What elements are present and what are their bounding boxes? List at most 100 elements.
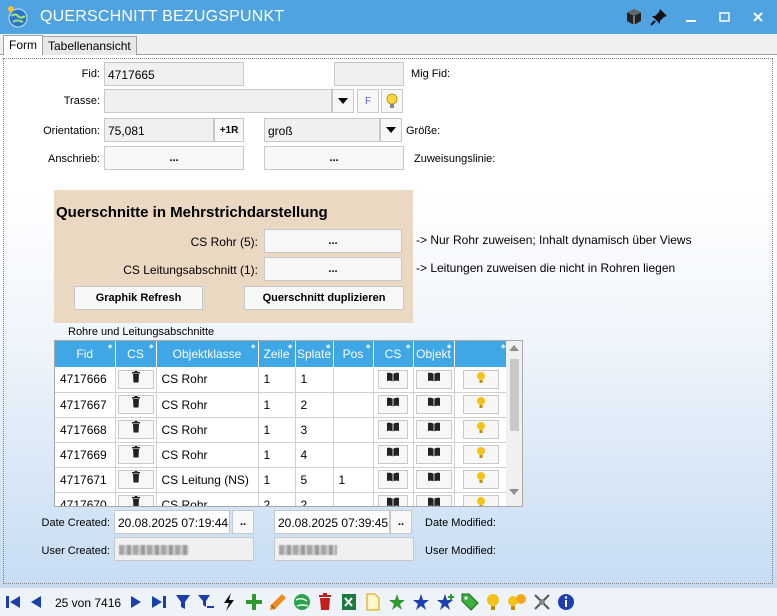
orientation-field[interactable]: 75,081 [104, 118, 214, 142]
date-created-field[interactable]: 20.08.2025 07:19:44 [114, 510, 230, 534]
next-record-icon[interactable] [128, 592, 144, 612]
table-row[interactable]: 4717667 CS Rohr 1 2 [55, 392, 509, 418]
col-header-zeile[interactable]: Zeile ◆ [258, 341, 296, 367]
lightbulb-icon[interactable] [463, 369, 499, 389]
trash-icon[interactable] [117, 445, 154, 464]
lightbulb-icon[interactable] [463, 470, 499, 489]
tab-form[interactable]: Form [3, 35, 43, 55]
date-modified-picker-button[interactable]: .. [390, 510, 412, 534]
trash-icon[interactable] [117, 369, 154, 389]
open-book-icon[interactable] [378, 369, 408, 389]
cell-objektklasse: CS Leitung (NS) [156, 467, 259, 493]
maximize-icon[interactable] [714, 6, 736, 28]
table-row[interactable]: 4717670 CS Rohr 2 2 [55, 492, 509, 506]
pin-icon[interactable] [648, 6, 670, 28]
groesse-dropdown-button[interactable] [380, 118, 402, 142]
excel-export-icon[interactable] [340, 592, 358, 612]
scroll-thumb[interactable] [510, 359, 519, 431]
col-header-splate[interactable]: Splate ◆ [295, 341, 334, 367]
open-book-icon[interactable] [378, 495, 408, 506]
tab-tabellenansicht[interactable]: Tabellenansicht [42, 36, 137, 55]
trasse-dropdown-button[interactable] [332, 89, 354, 113]
close-icon[interactable] [747, 6, 769, 28]
remove-filter-icon[interactable] [196, 592, 216, 612]
lightbulb-icon[interactable] [463, 420, 499, 439]
open-book-icon[interactable] [415, 495, 452, 506]
disconnect-icon[interactable] [532, 592, 552, 612]
lightbulb-icon[interactable] [463, 495, 499, 506]
groesse-combobox[interactable]: groß [264, 118, 380, 142]
table-row[interactable]: 4717666 CS Rohr 1 1 [55, 367, 509, 393]
open-book-icon[interactable] [415, 470, 452, 489]
delete-trash-icon[interactable] [316, 592, 334, 612]
minimize-icon[interactable] [680, 6, 702, 28]
scroll-up-icon[interactable] [509, 345, 519, 351]
col-header-objekt[interactable]: Objekt ◆ [413, 341, 455, 367]
open-book-icon[interactable] [415, 369, 452, 389]
zuweisungslinie-button[interactable]: ... [264, 146, 404, 170]
info-icon[interactable] [556, 592, 576, 612]
open-book-icon[interactable] [415, 445, 452, 464]
last-record-icon[interactable] [150, 592, 168, 612]
open-book-icon[interactable] [378, 445, 408, 464]
add-record-icon[interactable] [244, 592, 264, 612]
scroll-down-icon[interactable] [509, 489, 519, 495]
user-created-field[interactable] [114, 537, 254, 561]
open-book-icon[interactable] [378, 470, 408, 489]
table-row[interactable]: 4717671 CS Leitung (NS) 1 5 1 [55, 467, 509, 493]
cs-leitung-label: CS Leitungsabschnitt (1): [123, 263, 258, 277]
previous-record-icon[interactable] [28, 592, 44, 612]
cs-leitung-button[interactable]: ... [264, 257, 402, 281]
mig-fid-field[interactable] [334, 62, 404, 86]
col-header-fid[interactable]: Fid ◆ [55, 341, 116, 367]
graphik-refresh-button[interactable]: Graphik Refresh [74, 286, 203, 310]
anschrieb-button[interactable]: ... [104, 146, 244, 170]
trasse-lightbulb-button[interactable] [381, 89, 403, 113]
star-blue-icon[interactable] [412, 592, 430, 612]
multi-lightbulb-icon[interactable] [506, 592, 528, 612]
cube-icon[interactable] [623, 6, 645, 28]
lightbulb-icon[interactable] [463, 395, 499, 414]
rotate-plus-1r-button[interactable]: +1R [214, 118, 244, 142]
lightbulb-icon[interactable] [463, 445, 499, 464]
date-created-picker-button[interactable]: .. [232, 510, 254, 534]
trasse-combobox[interactable] [104, 89, 332, 113]
querschnitt-duplizieren-button[interactable]: Querschnitt duplizieren [244, 286, 404, 310]
date-modified-field[interactable]: 20.08.2025 07:39:45 [274, 510, 390, 534]
cell-pos [333, 492, 374, 506]
mig-fid-label: Mig Fid: [411, 68, 451, 80]
globe-app-icon [8, 6, 28, 28]
cell-cs-open [373, 392, 414, 418]
tag-icon[interactable] [460, 592, 480, 612]
col-header-pos[interactable]: Pos ◆ [333, 341, 374, 367]
trash-icon[interactable] [117, 470, 154, 489]
open-book-icon[interactable] [378, 420, 408, 439]
trasse-filter-button[interactable]: F [357, 89, 379, 113]
trash-icon[interactable] [117, 395, 154, 414]
open-book-icon[interactable] [415, 420, 452, 439]
globe-icon[interactable] [292, 592, 312, 612]
trash-icon[interactable] [117, 495, 154, 506]
lightbulb-icon[interactable] [484, 592, 502, 612]
open-book-icon[interactable] [378, 395, 408, 414]
new-document-icon[interactable] [364, 592, 382, 612]
user-modified-field[interactable] [274, 537, 414, 561]
lightning-icon[interactable] [220, 592, 238, 612]
col-header-cs[interactable]: CS ◆ [115, 341, 157, 367]
first-record-icon[interactable] [4, 592, 22, 612]
col-header-objektklasse[interactable]: Objektklasse ◆ [156, 341, 259, 367]
open-book-icon[interactable] [415, 395, 452, 414]
col-header-cs-2[interactable]: CS ◆ [373, 341, 414, 367]
table-row[interactable]: 4717668 CS Rohr 1 3 [55, 417, 509, 443]
cs-rohr-button[interactable]: ... [264, 229, 402, 253]
grid-scrollbar[interactable] [506, 341, 522, 506]
table-row[interactable]: 4717669 CS Rohr 1 4 [55, 442, 509, 468]
title-bar: QUERSCHNITT BEZUGSPUNKT [0, 0, 777, 34]
edit-pencil-icon[interactable] [268, 592, 288, 612]
star-green-icon[interactable] [388, 592, 406, 612]
col-header-extra[interactable]: ◆ [454, 341, 509, 367]
star-add-icon[interactable] [436, 592, 456, 612]
filter-icon[interactable] [174, 592, 192, 612]
trash-icon[interactable] [117, 420, 154, 439]
fid-field[interactable]: 4717665 [104, 62, 244, 86]
